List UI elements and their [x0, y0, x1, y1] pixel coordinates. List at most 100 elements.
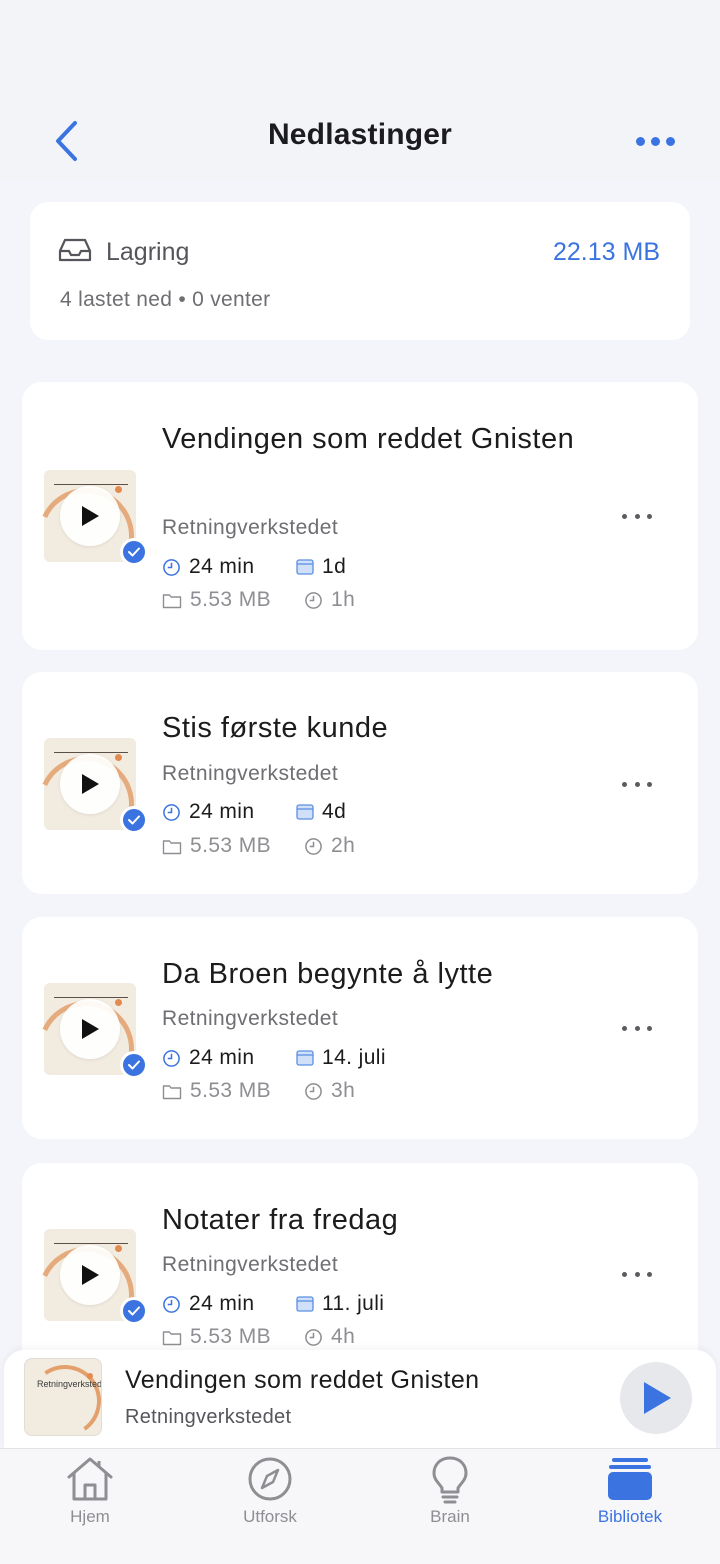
- ellipsis-icon: [622, 1025, 627, 1031]
- episode-artwork[interactable]: [24, 738, 148, 866]
- mini-player-play-button[interactable]: [620, 1362, 692, 1434]
- clock-icon: [305, 1082, 322, 1100]
- mini-player-show: Retningverkstedet: [125, 1406, 292, 1428]
- calendar-icon: [296, 559, 314, 575]
- episode-age: 4h: [331, 1325, 356, 1348]
- tab-label: Brain: [430, 1507, 470, 1526]
- episode-date: 14. juli: [322, 1046, 386, 1069]
- episode-more-button[interactable]: [622, 1018, 652, 1038]
- episode-file-size: 5.53 MB: [190, 588, 272, 611]
- episode-duration: 24 min: [189, 1292, 255, 1315]
- nav-header: Nedlastinger: [0, 0, 720, 180]
- folder-icon: [162, 839, 182, 854]
- episode-meta-primary: 24 min 11. juli: [162, 1292, 384, 1316]
- folder-icon: [162, 1330, 182, 1345]
- episode-age: 1h: [331, 588, 356, 611]
- episode-meta-primary: 24 min 4d: [162, 800, 346, 824]
- mini-player-artwork: Retningverkstedet: [24, 1358, 102, 1436]
- downloaded-check-icon: [120, 538, 148, 566]
- mini-player[interactable]: Retningverkstedet Vendingen som reddet G…: [4, 1350, 716, 1448]
- episode-meta-secondary: 5.53 MB 2h: [162, 834, 355, 858]
- clock-icon: [163, 558, 180, 576]
- mini-player-title: Vendingen som reddet Gnisten: [125, 1366, 480, 1394]
- storage-size: 22.13 MB: [552, 238, 660, 266]
- downloaded-check-icon: [120, 1051, 148, 1079]
- compass-icon: [248, 1457, 292, 1501]
- episode-age: 2h: [331, 834, 356, 857]
- episode-file-size: 5.53 MB: [190, 1325, 272, 1348]
- page-title: Nedlastinger: [267, 118, 453, 151]
- ellipsis-icon: [622, 781, 627, 787]
- episode-title: Notater fra fredag: [162, 1204, 399, 1236]
- play-icon: [644, 1382, 671, 1414]
- episode-more-button[interactable]: [622, 506, 652, 526]
- home-icon: [67, 1457, 113, 1501]
- episode-file-size: 5.53 MB: [190, 1079, 272, 1102]
- clock-icon: [163, 803, 180, 821]
- folder-icon: [162, 593, 182, 608]
- episode-show: Retningverkstedet: [162, 1253, 339, 1276]
- episode-more-button[interactable]: [622, 1264, 652, 1284]
- episode-title: Vendingen som reddet Gnisten: [162, 423, 575, 455]
- mini-player-artwork-text: Retningverkstedet: [37, 1379, 102, 1389]
- tab-bar: Hjem Utforsk Brain Bibliotek: [0, 1448, 720, 1564]
- episode-duration: 24 min: [189, 1046, 255, 1069]
- more-options-button[interactable]: [630, 124, 680, 158]
- storage-label: Lagring: [106, 238, 190, 266]
- ellipsis-icon: [622, 1271, 627, 1277]
- tab-utforsk[interactable]: Utforsk: [180, 1449, 360, 1564]
- episode-duration: 24 min: [189, 555, 255, 578]
- tab-hjem[interactable]: Hjem: [0, 1449, 180, 1564]
- folder-icon: [162, 1084, 182, 1099]
- episode-artwork[interactable]: [24, 470, 148, 598]
- library-icon: [608, 1458, 652, 1500]
- clock-icon: [163, 1295, 180, 1313]
- episode-title: Stis første kunde: [162, 712, 389, 744]
- play-icon[interactable]: [60, 1245, 120, 1305]
- tab-label: Hjem: [70, 1507, 110, 1526]
- calendar-icon: [296, 804, 314, 820]
- clock-icon: [163, 1049, 180, 1067]
- tab-brain[interactable]: Brain: [360, 1449, 540, 1564]
- episode-age: 3h: [331, 1079, 356, 1102]
- episode-show: Retningverkstedet: [162, 516, 339, 539]
- storage-card: Lagring 22.13 MB 4 lastet ned • 0 venter: [30, 202, 690, 340]
- episode-meta-secondary: 5.53 MB 3h: [162, 1079, 355, 1103]
- episode-date: 4d: [322, 800, 347, 823]
- episode-more-button[interactable]: [622, 774, 652, 794]
- episode-meta-secondary: 5.53 MB 4h: [162, 1325, 355, 1349]
- calendar-icon: [296, 1296, 314, 1312]
- episode-card[interactable]: Vendingen som reddet Gnisten Retningverk…: [22, 382, 698, 650]
- episode-show: Retningverkstedet: [162, 1007, 339, 1030]
- clock-icon: [305, 591, 322, 609]
- ellipsis-icon: [622, 513, 627, 519]
- clock-icon: [305, 837, 322, 855]
- episode-duration: 24 min: [189, 800, 255, 823]
- tab-label: Utforsk: [243, 1507, 297, 1526]
- episode-card[interactable]: Stis første kunde Retningverkstedet 24 m…: [22, 672, 698, 894]
- play-icon[interactable]: [60, 999, 120, 1059]
- episode-date: 1d: [322, 555, 347, 578]
- downloaded-check-icon: [120, 806, 148, 834]
- storage-summary: 4 lastet ned • 0 venter: [60, 288, 271, 311]
- episode-artwork[interactable]: [24, 1229, 148, 1357]
- downloaded-check-icon: [120, 1297, 148, 1325]
- episode-file-size: 5.53 MB: [190, 834, 272, 857]
- episode-meta-primary: 24 min 14. juli: [162, 1046, 386, 1070]
- tray-icon: [58, 238, 92, 262]
- play-icon[interactable]: [60, 754, 120, 814]
- lightbulb-icon: [432, 1456, 468, 1504]
- tab-bibliotek[interactable]: Bibliotek: [540, 1449, 720, 1564]
- episode-meta-secondary: 5.53 MB 1h: [162, 588, 355, 612]
- tab-label: Bibliotek: [597, 1507, 663, 1526]
- calendar-icon: [296, 1050, 314, 1066]
- episode-artwork[interactable]: [24, 983, 148, 1111]
- episode-date: 11. juli: [322, 1292, 385, 1315]
- clock-icon: [305, 1328, 322, 1346]
- episode-show: Retningverkstedet: [162, 762, 339, 785]
- episode-meta-primary: 24 min 1d: [162, 555, 346, 579]
- ellipsis-icon: [635, 136, 645, 146]
- episode-title: Da Broen begynte å lytte: [162, 958, 494, 990]
- play-icon[interactable]: [60, 486, 120, 546]
- episode-card[interactable]: Da Broen begynte å lytte Retningverksted…: [22, 917, 698, 1139]
